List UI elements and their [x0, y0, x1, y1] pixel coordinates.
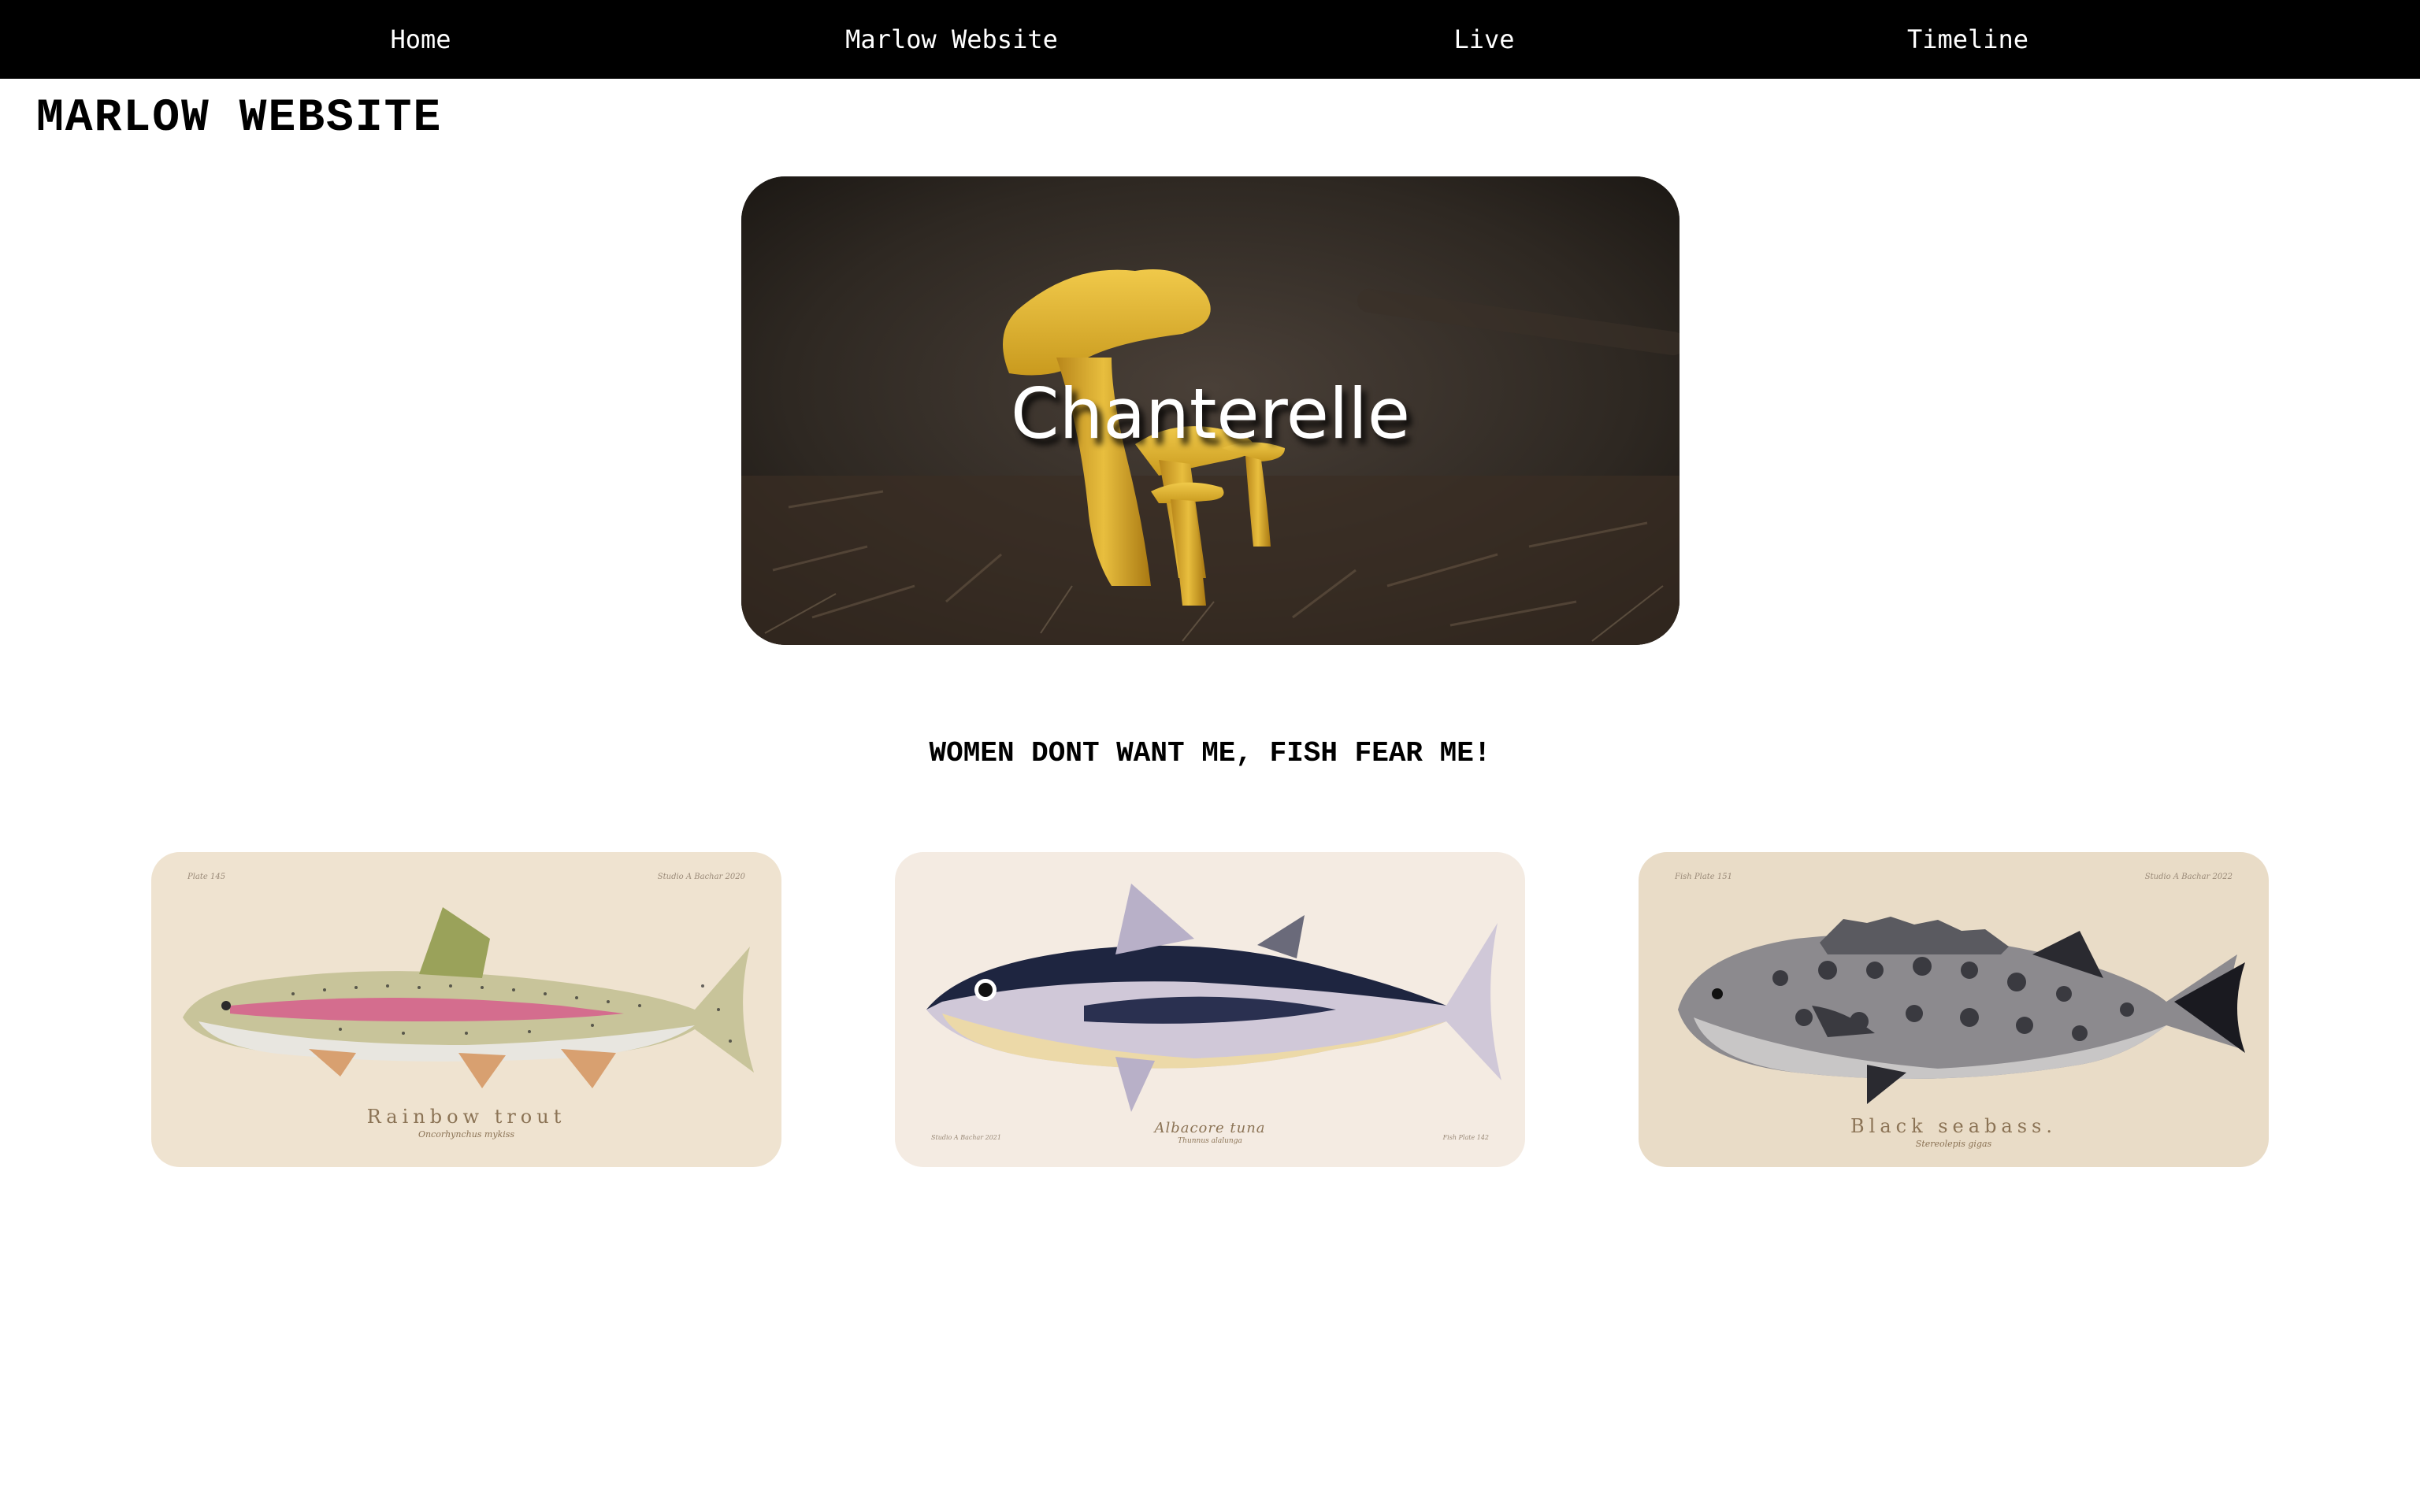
nav-link-timeline[interactable]: Timeline — [1907, 0, 2028, 79]
fish-name: Albacore tuna — [1154, 1120, 1266, 1136]
nav-link-live[interactable]: Live — [1453, 0, 1514, 79]
top-navbar: Home Marlow Website Live Timeline — [0, 0, 2420, 79]
plate-number: Plate 145 — [187, 873, 226, 881]
plate-studio: Studio A Bachar 2020 — [657, 873, 745, 881]
hero-caption: Chanterelle — [1011, 373, 1410, 454]
tagline: WOMEN DONT WANT ME, FISH FEAR ME! — [929, 737, 1491, 769]
page-title: MARLOW WEBSITE — [36, 93, 443, 144]
fish-name: Rainbow trout — [366, 1106, 566, 1128]
hero-banner[interactable]: Chanterelle — [741, 176, 1680, 645]
fish-latin-name: Oncorhynchus mykiss — [418, 1129, 515, 1140]
fish-latin-name: Stereolepis gigas — [1915, 1139, 1992, 1149]
fish-card-albacore-tuna[interactable]: Studio A Bachar 2021 Fish Plate 142 Alba… — [895, 852, 1525, 1167]
fish-card-rainbow-trout[interactable]: Plate 145 Studio A Bachar 2020 Rainbow t… — [151, 852, 781, 1167]
fish-latin-name: Thunnus alalunga — [1178, 1137, 1242, 1145]
nav-link-home[interactable]: Home — [390, 0, 451, 79]
fish-card-black-seabass[interactable]: Fish Plate 151 Studio A Bachar 2022 Blac… — [1639, 852, 2269, 1167]
nav-link-marlow-website[interactable]: Marlow Website — [845, 0, 1058, 79]
fish-name: Black seabass. — [1850, 1115, 2057, 1137]
plate-studio: Studio A Bachar 2022 — [2144, 873, 2233, 881]
plate-number: Fish Plate 151 — [1675, 873, 1732, 881]
